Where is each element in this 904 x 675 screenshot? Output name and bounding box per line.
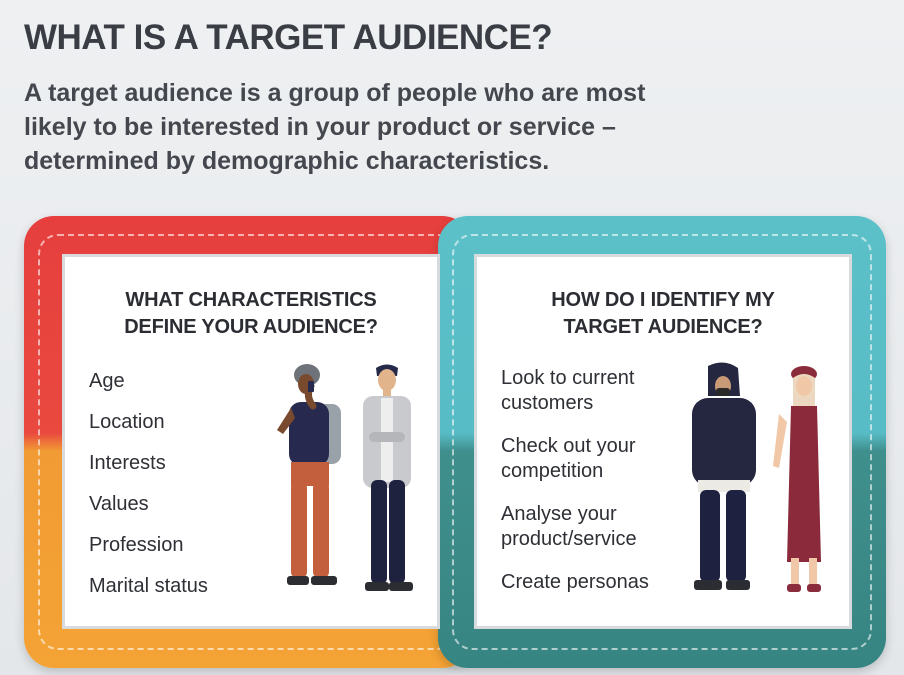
card-title: WHAT CHARACTERISTICS DEFINE YOUR AUDIENC… <box>65 287 437 341</box>
person-with-phone-illustration <box>277 364 341 585</box>
list-item: Look to current customers <box>501 367 635 414</box>
card-title-line: TARGET AUDIENCE? <box>563 316 763 338</box>
woman-in-dress-illustration <box>773 366 821 592</box>
list-item: Age <box>89 370 125 392</box>
characteristics-list: Age Location Interests Values Profession… <box>89 366 208 612</box>
card-title-line: HOW DO I IDENTIFY MY <box>551 289 775 311</box>
list-item: Interests <box>89 452 166 474</box>
list-item: Profession <box>89 534 184 556</box>
identify-steps-list: Look to current customers Check out your c… <box>501 366 649 638</box>
characteristics-card: WHAT CHARACTERISTICS DEFINE YOUR AUDIENC… <box>62 254 440 629</box>
card-title: HOW DO I IDENTIFY MY TARGET AUDIENCE? <box>477 287 849 341</box>
intro-line: likely to be interested in your product … <box>24 113 616 141</box>
card-title-line: WHAT CHARACTERISTICS <box>125 289 377 311</box>
list-item: Location <box>89 411 165 433</box>
list-item: Create personas <box>501 571 649 593</box>
person-in-hoodie-illustration <box>692 362 756 590</box>
man-in-blazer-illustration <box>363 364 413 591</box>
list-item: Analyse your product/service <box>501 503 637 550</box>
card-title-line: DEFINE YOUR AUDIENCE? <box>124 316 378 338</box>
list-item: Values <box>89 493 149 515</box>
intro-text: A target audience is a group of people w… <box>24 76 744 178</box>
intro-line: determined by demographic characteristic… <box>24 147 550 175</box>
list-item: Check out your competition <box>501 435 636 482</box>
list-item: Marital status <box>89 575 208 597</box>
intro-line: A target audience is a group of people w… <box>24 79 646 107</box>
page-title: WHAT IS A TARGET AUDIENCE? <box>24 18 553 57</box>
identify-card: HOW DO I IDENTIFY MY TARGET AUDIENCE? Lo… <box>474 254 852 629</box>
